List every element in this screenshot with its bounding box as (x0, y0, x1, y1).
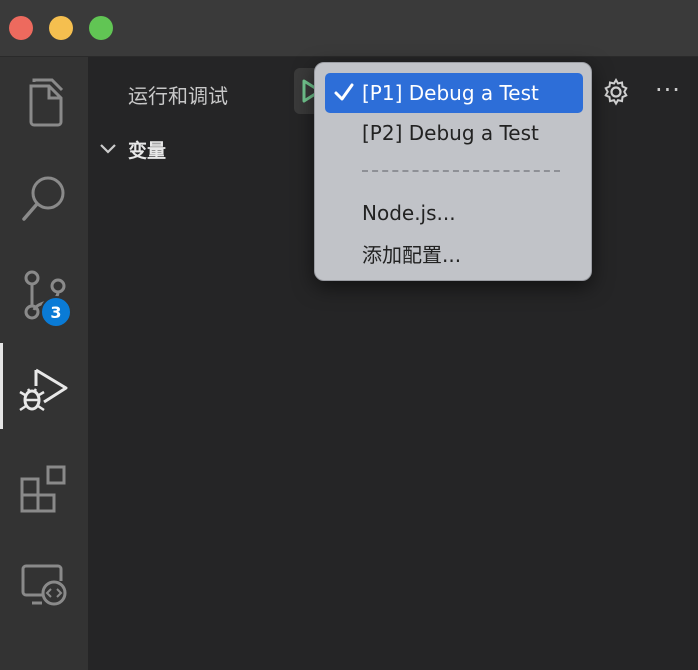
files-icon (29, 78, 64, 127)
activity-remote-explorer[interactable] (0, 540, 88, 630)
search-icon (22, 176, 65, 221)
section-label: 变量 (128, 139, 167, 162)
dropdown-item-p2[interactable]: [P2] Debug a Test (325, 113, 583, 153)
activity-explorer[interactable] (0, 57, 88, 147)
source-control-badge: 3 (40, 296, 72, 328)
activity-run-debug[interactable] (0, 343, 88, 433)
variables-section-header[interactable]: 变量 (96, 134, 166, 164)
activity-search[interactable] (0, 154, 88, 244)
close-window-button[interactable] (9, 16, 33, 40)
remote-explorer-icon (21, 564, 67, 606)
chevron-down-icon (96, 137, 120, 161)
more-actions-button[interactable]: ··· (651, 76, 685, 108)
dropdown-item-label: Node.js... (362, 201, 456, 225)
activity-extensions[interactable] (0, 444, 88, 534)
vscode-window: 3 运行和调试 ··· 变量 [P1] Debug a Test [P2] De… (0, 0, 698, 670)
open-launch-json-button[interactable] (600, 76, 632, 108)
minimize-window-button[interactable] (49, 16, 73, 40)
title-bar (0, 0, 698, 57)
checkmark-icon (334, 83, 354, 101)
run-debug-icon (19, 368, 68, 412)
extensions-icon (20, 465, 66, 513)
dropdown-item-label: 添加配置... (362, 242, 462, 267)
activity-source-control[interactable] (0, 250, 88, 340)
launch-config-dropdown: [P1] Debug a Test [P2] Debug a Test Node… (314, 62, 592, 281)
dropdown-item-nodejs[interactable]: Node.js... (325, 193, 583, 233)
gear-icon (604, 77, 628, 106)
dropdown-separator (362, 170, 560, 174)
view-title: 运行和调试 (128, 84, 228, 108)
zoom-window-button[interactable] (89, 16, 113, 40)
dropdown-item-p1[interactable]: [P1] Debug a Test (325, 73, 583, 113)
dropdown-item-label: [P2] Debug a Test (362, 121, 539, 145)
dropdown-item-add-config[interactable]: 添加配置... (325, 233, 583, 273)
dropdown-item-label: [P1] Debug a Test (362, 81, 539, 105)
